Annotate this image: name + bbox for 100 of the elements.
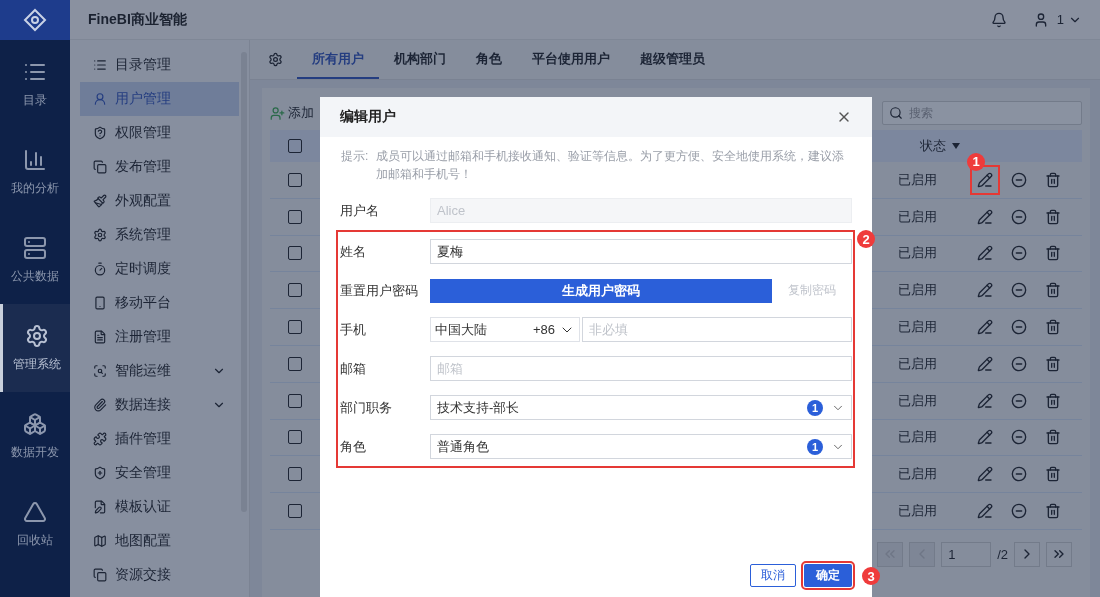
menu-item[interactable]: 定时调度 [80, 252, 239, 286]
checkbox[interactable] [288, 246, 302, 261]
last-page-button[interactable] [1046, 541, 1072, 567]
trash-icon [1045, 392, 1061, 409]
menu-item[interactable]: 用户管理 [80, 82, 239, 116]
checkbox[interactable] [288, 504, 302, 519]
page-field[interactable]: 1 [941, 541, 992, 567]
checkbox[interactable] [288, 283, 302, 298]
select-field[interactable]: 技术支持-部长 1 [430, 395, 852, 420]
user-icon [93, 92, 107, 106]
logo-icon[interactable] [0, 0, 70, 40]
checkbox[interactable] [288, 356, 302, 371]
menu-item[interactable]: 系统管理 [80, 218, 239, 252]
tab[interactable]: 机构部门 [379, 40, 461, 79]
menu-item[interactable]: 插件管理 [80, 422, 239, 456]
menu-item[interactable]: 模板认证 [80, 490, 239, 524]
menu-item[interactable]: 注册管理 [80, 320, 239, 354]
menu-item[interactable]: 安全管理 [80, 456, 239, 490]
tab[interactable]: 平台使用用户 [517, 40, 625, 79]
pencil-icon [977, 208, 993, 225]
status-text: 已启用 [898, 281, 938, 300]
checkbox[interactable] [288, 467, 302, 482]
checkbox[interactable] [288, 393, 302, 408]
hint-label: 提示: [341, 148, 369, 165]
cancel-button[interactable]: 取消 [750, 564, 796, 587]
trash-icon [1045, 503, 1061, 520]
pencil-icon [977, 392, 993, 409]
menu-item[interactable]: 权限管理 [80, 116, 239, 150]
field-label: 重置用户密码 [340, 281, 419, 300]
menu-item[interactable]: 地图配置 [80, 524, 239, 558]
pencil-icon [977, 319, 993, 336]
tab[interactable]: 角色 [461, 40, 517, 79]
menu-item[interactable]: 发布管理 [80, 150, 239, 184]
callout-badge: 2 [857, 230, 875, 248]
field-label: 部门职务 [340, 398, 393, 417]
callout-badge: 3 [862, 567, 880, 585]
menu-item[interactable]: 目录管理 [80, 48, 239, 82]
checkbox[interactable] [288, 430, 302, 445]
paperclip-icon [93, 398, 107, 412]
trash-icon [1045, 282, 1061, 299]
menu-item[interactable]: 资源交接 [80, 558, 239, 592]
checkbox[interactable] [288, 320, 302, 335]
copy-icon [93, 160, 107, 174]
minus-circle-icon [1011, 282, 1027, 299]
gear-icon [93, 228, 107, 242]
add-button[interactable]: 添加 [270, 104, 314, 122]
field-label: 姓名 [340, 242, 367, 261]
pencil-icon [977, 429, 993, 446]
rail-item[interactable]: 回收站 [0, 480, 70, 568]
app-title: FineBI商业智能 [88, 10, 188, 29]
status-text: 已启用 [898, 465, 938, 484]
pencil-icon [977, 245, 993, 262]
checkbox[interactable] [288, 172, 302, 187]
field-label: 手机 [340, 320, 367, 339]
minus-circle-icon [1011, 429, 1027, 446]
search-icon [889, 106, 903, 120]
tab[interactable]: 超级管理员 [625, 40, 720, 79]
rail-item[interactable]: 管理系统 [0, 304, 70, 392]
field-label: 用户名 [340, 201, 380, 220]
text-field[interactable]: 夏梅 [430, 239, 852, 264]
bell-icon[interactable] [990, 11, 1007, 28]
menu-item[interactable]: 智能运维 [80, 354, 239, 388]
map-icon [93, 534, 107, 548]
menu-item[interactable]: 外观配置 [80, 184, 239, 218]
sort-icon[interactable] [952, 143, 960, 149]
rail-item[interactable]: 我的分析 [0, 128, 70, 216]
tab[interactable]: 所有用户 [297, 40, 379, 79]
pencil-icon [977, 355, 993, 372]
copy-icon [93, 568, 107, 582]
minus-circle-icon [1011, 171, 1027, 188]
confirm-button[interactable]: 确定 [804, 564, 852, 587]
minus-circle-icon [1011, 392, 1027, 409]
user-name[interactable]: 1 [1056, 12, 1064, 27]
status-text: 已启用 [898, 354, 938, 373]
checkbox[interactable] [288, 139, 302, 153]
minus-circle-icon [1011, 208, 1027, 225]
checkbox[interactable] [288, 209, 302, 224]
settings-icon[interactable] [268, 52, 283, 67]
pencil-icon [977, 503, 993, 520]
rail-item[interactable]: 目录 [0, 40, 70, 128]
status-text: 已启用 [898, 207, 938, 226]
trash-icon [1045, 466, 1061, 483]
trash-icon [1045, 429, 1061, 446]
rail-item[interactable]: 数据开发 [0, 392, 70, 480]
status-text: 已启用 [898, 244, 938, 263]
menu-item[interactable]: 数据连接 [80, 388, 239, 422]
cubes-icon [23, 411, 47, 436]
shield-icon [93, 466, 107, 480]
column-header[interactable]: 状态 [920, 137, 946, 155]
gear-icon [24, 323, 49, 348]
rail-item[interactable]: 公共数据 [0, 216, 70, 304]
field-label: 邮箱 [340, 359, 367, 378]
trash-icon [1045, 355, 1061, 372]
menu-item[interactable]: 移动平台 [80, 286, 239, 320]
pencil-icon [977, 171, 993, 188]
select-field[interactable]: 普通角色 1 [430, 434, 852, 459]
minus-circle-icon [1011, 355, 1027, 372]
country-code-select[interactable]: 中国大陆 +86 [430, 317, 580, 342]
generate-password-button[interactable]: 生成用户密码 [430, 278, 772, 303]
minus-circle-icon [1011, 319, 1027, 336]
